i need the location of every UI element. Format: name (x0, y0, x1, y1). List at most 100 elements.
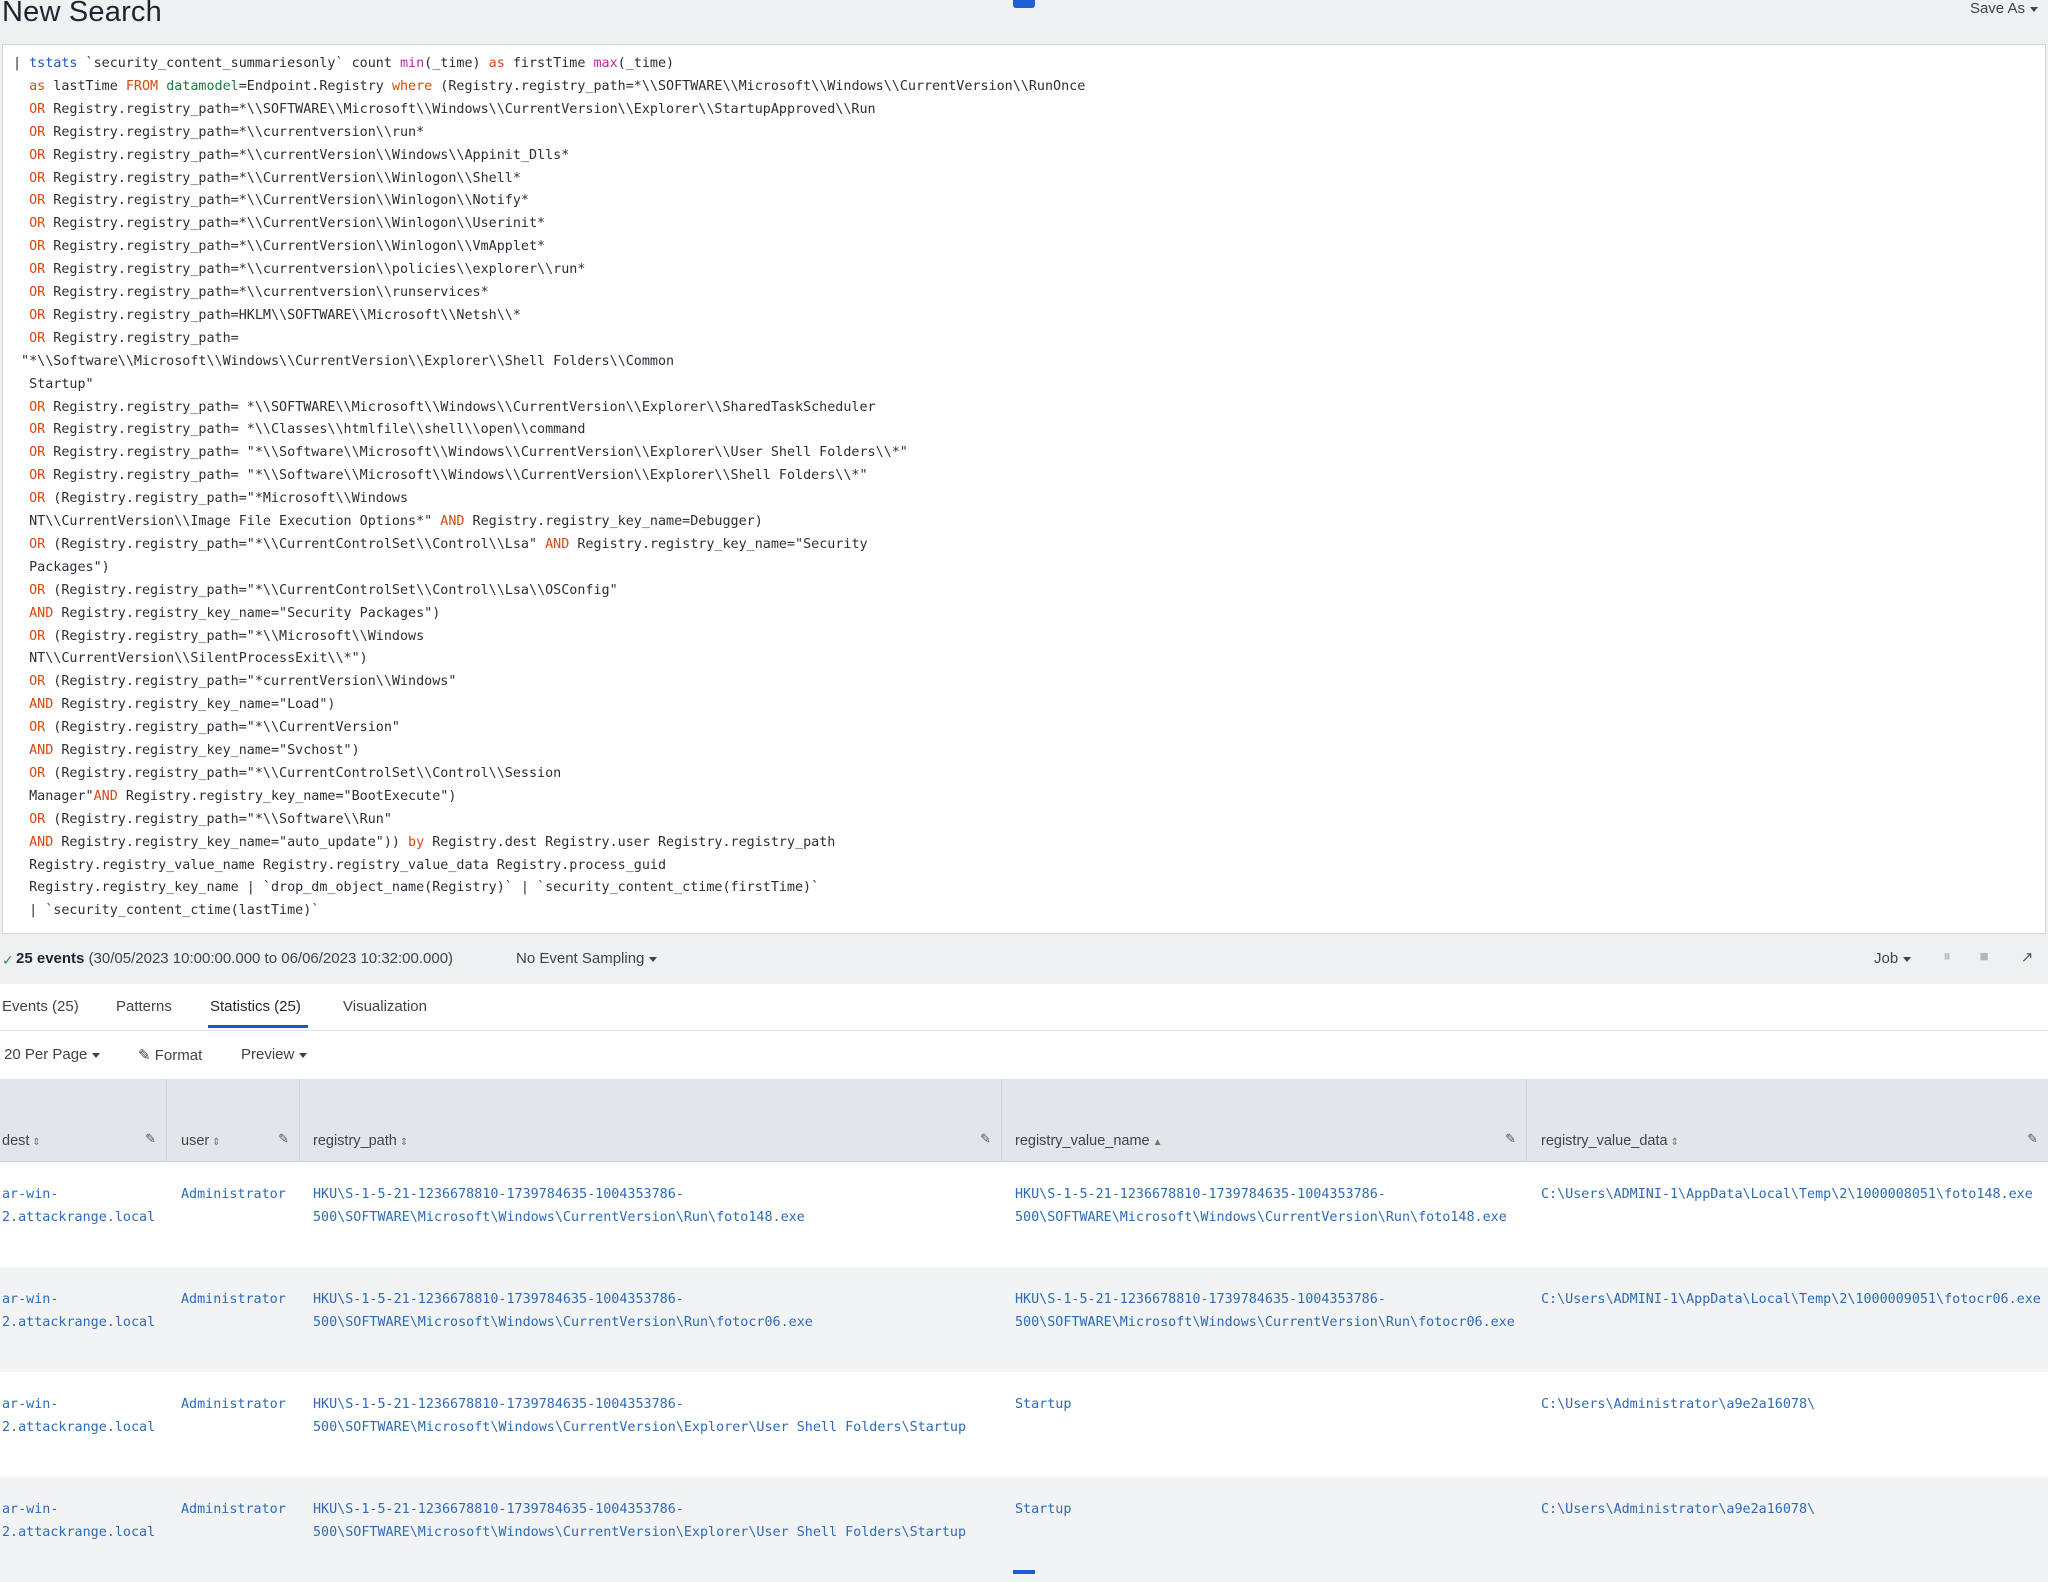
query-token: OR (29, 147, 46, 163)
query-token: (_time) (424, 56, 489, 71)
column-header-dest[interactable]: dest ⇕ ✎ (0, 1079, 167, 1161)
query-token: OR (29, 468, 46, 484)
save-as-menu[interactable]: Save As (1970, 0, 2038, 17)
edit-column-icon[interactable]: ✎ (145, 1131, 156, 1147)
search-query-editor[interactable]: | tstats `security_content_summariesonly… (2, 44, 2046, 934)
query-token: Registry.registry_path=*\\CurrentVersion… (45, 239, 546, 255)
per-page-dropdown[interactable]: 20 Per Page (4, 1046, 101, 1063)
sort-icon[interactable]: ⇕ (400, 1137, 408, 1148)
column-header-registry-value-name[interactable]: registry_value_name ▲ ✎ (1002, 1079, 1527, 1161)
sort-icon[interactable]: ▲ (1153, 1137, 1163, 1148)
pause-icon[interactable]: ⏸ (1938, 948, 1956, 970)
query-line: OR Registry.registry_path= *\\Classes\\h… (13, 419, 585, 441)
query-line: OR (Registry.registry_path="*\\Software\… (13, 809, 392, 831)
query-token: Manager" (13, 788, 94, 804)
table-header: dest ⇕ ✎ user ⇕ ✎ registry_path ⇕ ✎ registr… (0, 1079, 2048, 1162)
cell-dest[interactable]: ar-win- 2.attackrange.local (2, 1288, 155, 1334)
edit-column-icon[interactable]: ✎ (1505, 1131, 1516, 1147)
splitter-handle[interactable] (1013, 1570, 1035, 1574)
edit-column-icon[interactable]: ✎ (278, 1131, 289, 1147)
job-menu[interactable]: Job (1874, 950, 1912, 967)
query-token: Registry.dest Registry.user Registry.reg… (424, 834, 836, 850)
cell-registry-value-data[interactable]: C:\Users\Administrator\a9e2a16078\ (1541, 1393, 1815, 1416)
query-token (13, 629, 29, 644)
results-tabs: Events (25) Patterns Statistics (25) Vis… (0, 984, 2048, 1031)
time-range: (30/05/2023 10:00:00.000 to 06/06/2023 1… (88, 950, 454, 967)
cell-registry-value-name[interactable]: Startup (1015, 1498, 1071, 1521)
query-token: Registry.registry_path=*\\CurrentVersion… (45, 193, 529, 209)
query-token: OR (29, 307, 46, 323)
sort-icon[interactable]: ⇕ (32, 1137, 40, 1148)
tab-patterns[interactable]: Patterns (116, 998, 172, 1015)
event-sampling-dropdown[interactable]: No Event Sampling (516, 950, 658, 967)
tab-statistics[interactable]: Statistics (25) (210, 998, 301, 1015)
preview-label: Preview (241, 1046, 295, 1063)
query-line: NT\\CurrentVersion\\Image File Execution… (13, 511, 763, 533)
query-token: Registry.registry_path=*\\currentversion… (45, 124, 425, 140)
cell-dest[interactable]: ar-win- 2.attackrange.local (2, 1183, 155, 1229)
query-token: OR (29, 330, 46, 346)
cell-dest[interactable]: ar-win- 2.attackrange.local (2, 1393, 155, 1439)
cell-registry-value-data[interactable]: C:\Users\ADMINI-1\AppData\Local\Temp\2\1… (1541, 1288, 2041, 1311)
query-line: OR Registry.registry_path= "*\\Software\… (13, 465, 867, 487)
edit-column-icon[interactable]: ✎ (2027, 1131, 2038, 1147)
query-line: NT\\CurrentVersion\\SilentProcessExit\\*… (13, 648, 368, 670)
preview-dropdown[interactable]: Preview (241, 1046, 308, 1063)
cell-registry-value-name[interactable]: HKU\S-1-5-21-1236678810-1739784635-10043… (1015, 1183, 1507, 1229)
query-line: Registry.registry_key_name | `drop_dm_ob… (13, 877, 819, 899)
query-line: AND Registry.registry_key_name="auto_upd… (13, 832, 835, 854)
cell-registry-path[interactable]: HKU\S-1-5-21-1236678810-1739784635-10043… (313, 1498, 966, 1544)
query-token (13, 125, 29, 140)
query-token (13, 583, 29, 598)
cell-registry-value-name[interactable]: HKU\S-1-5-21-1236678810-1739784635-10043… (1015, 1288, 1515, 1334)
cell-user[interactable]: Administrator (181, 1393, 286, 1416)
column-label: dest (2, 1133, 30, 1149)
cell-registry-value-name[interactable]: Startup (1015, 1393, 1071, 1416)
cell-registry-value-data[interactable]: C:\Users\ADMINI-1\AppData\Local\Temp\2\1… (1541, 1183, 2033, 1206)
cell-user[interactable]: Administrator (181, 1288, 286, 1311)
search-status-bar: ✓ 25 events (30/05/2023 10:00:00.000 to … (0, 940, 2048, 980)
query-token: AND (93, 788, 118, 804)
query-token: (Registry.registry_path="*\\CurrentVersi… (45, 720, 400, 736)
query-token: AND (440, 514, 465, 529)
query-token: OR (29, 674, 46, 690)
query-token (13, 216, 29, 231)
page-title: New Search (2, 0, 162, 28)
query-token (13, 674, 29, 689)
column-header-user[interactable]: user ⇕ ✎ (167, 1079, 300, 1161)
cell-registry-value-data[interactable]: C:\Users\Administrator\a9e2a16078\ (1541, 1498, 1815, 1521)
query-token: Registry.registry_path=HKLM\\SOFTWARE\\M… (45, 307, 521, 323)
stop-icon[interactable]: ■ (1975, 948, 1993, 970)
sort-icon[interactable]: ⇕ (212, 1137, 220, 1148)
query-token (13, 331, 29, 346)
table-row: ar-win- 2.attackrange.local Administrato… (0, 1372, 2048, 1477)
edit-column-icon[interactable]: ✎ (980, 1131, 991, 1147)
query-token: OR (29, 491, 46, 507)
column-label: registry_path (313, 1133, 397, 1149)
cell-registry-path[interactable]: HKU\S-1-5-21-1236678810-1739784635-10043… (313, 1393, 966, 1439)
query-line: OR Registry.registry_path= "*\\Software\… (13, 442, 908, 464)
query-line: Startup" (13, 374, 94, 396)
cell-registry-path[interactable]: HKU\S-1-5-21-1236678810-1739784635-10043… (313, 1288, 813, 1334)
tab-visualization[interactable]: Visualization (343, 998, 427, 1015)
query-token (13, 308, 29, 323)
query-line: AND Registry.registry_key_name="Security… (13, 603, 440, 625)
query-token: OR (29, 124, 46, 140)
cell-registry-path[interactable]: HKU\S-1-5-21-1236678810-1739784635-10043… (313, 1183, 805, 1229)
query-line: OR (Registry.registry_path="*\\CurrentVe… (13, 717, 400, 739)
query-token: Registry.registry_key_name="Security (569, 536, 868, 552)
query-token (13, 812, 29, 827)
share-icon[interactable]: ↗ (2018, 948, 2036, 970)
sort-icon[interactable]: ⇕ (1671, 1137, 1679, 1148)
query-token: Registry.registry_key_name="BootExecute"… (117, 788, 457, 804)
query-token: OR (29, 216, 46, 232)
format-button[interactable]: ✎ Format (138, 1046, 202, 1064)
cell-user[interactable]: Administrator (181, 1183, 286, 1206)
cell-dest[interactable]: ar-win- 2.attackrange.local (2, 1498, 155, 1544)
splitter-handle[interactable] (1013, 0, 1035, 8)
cell-user[interactable]: Administrator (181, 1498, 286, 1521)
query-token: NT\\CurrentVersion\\Image File Execution… (13, 514, 441, 529)
column-header-registry-value-data[interactable]: registry_value_data ⇕ ✎ (1527, 1079, 2048, 1161)
tab-events[interactable]: Events (25) (2, 998, 79, 1015)
column-header-registry-path[interactable]: registry_path ⇕ ✎ (300, 1079, 1002, 1161)
